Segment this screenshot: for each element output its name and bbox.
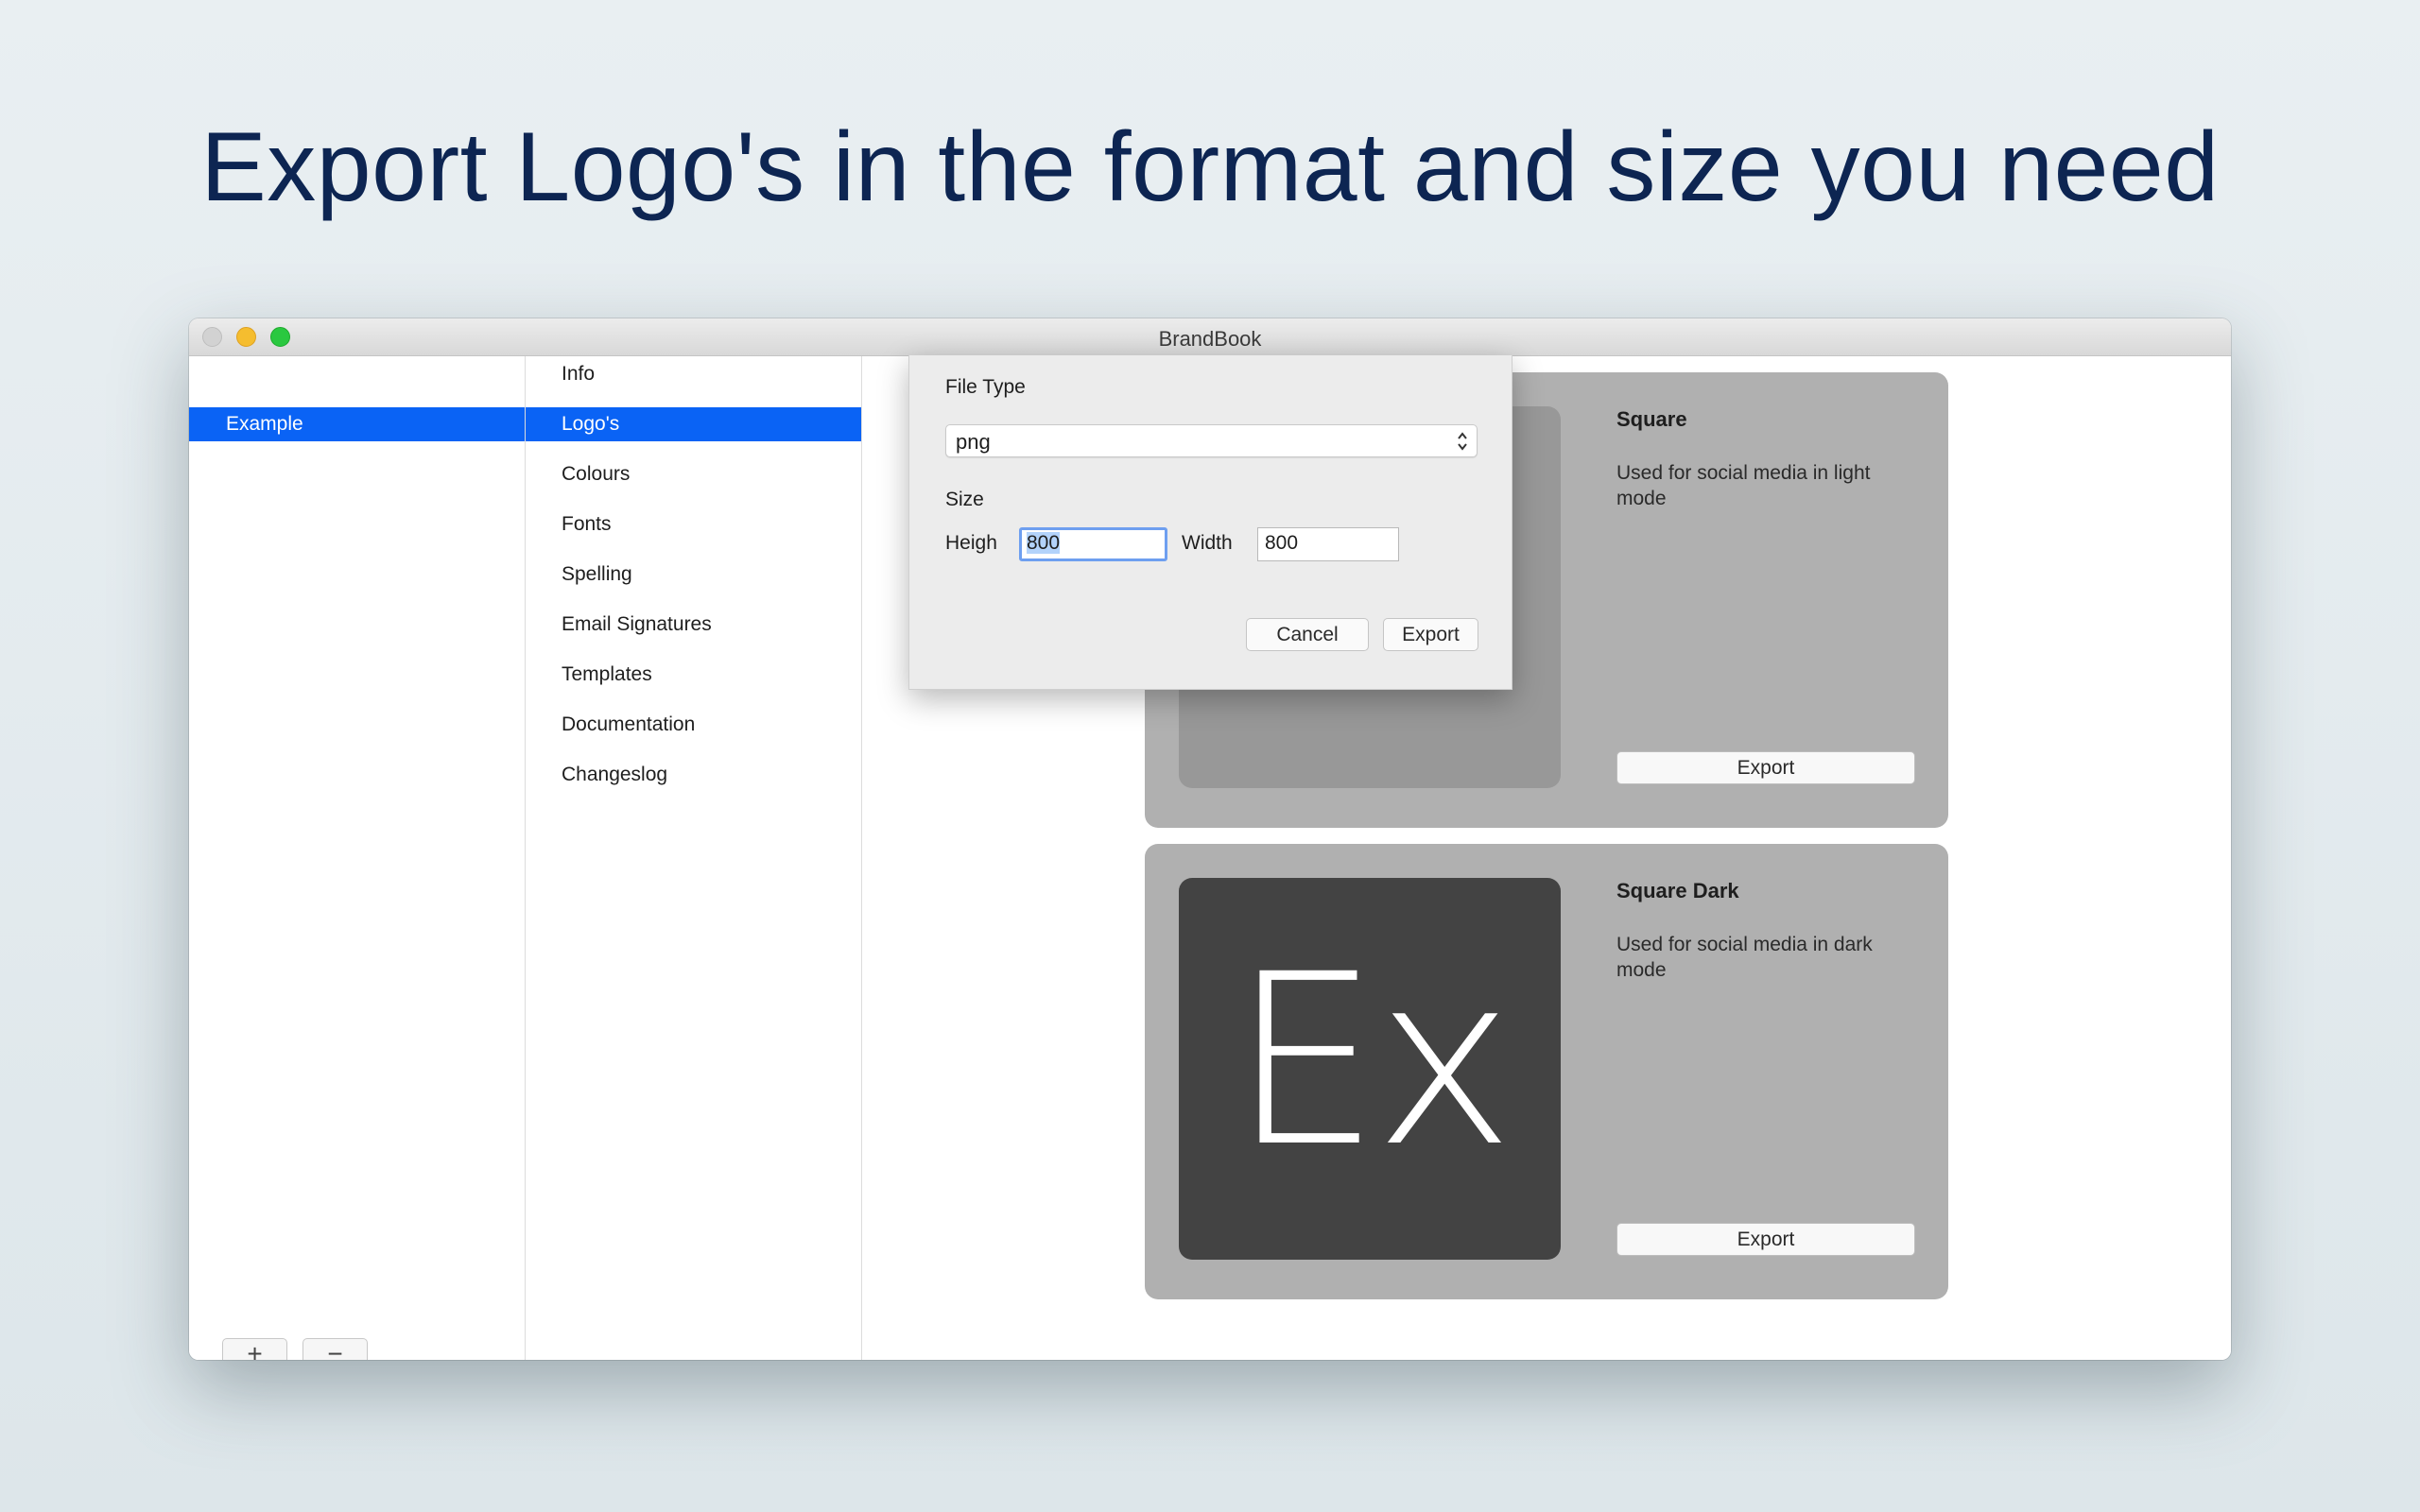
updown-chevron-icon (1458, 432, 1467, 451)
export-square-dark-button[interactable]: Export (1616, 1223, 1915, 1256)
logo-title: Square Dark (1616, 879, 1739, 902)
export-dialog: File Type png Size Heigh 800 Width 800 C… (908, 355, 1512, 690)
file-type-value: png (956, 430, 991, 454)
logo-card-square-dark: Ex Square Dark Used for social media in … (1145, 844, 1948, 1299)
width-label: Width (1182, 532, 1233, 554)
logo-title: Square (1616, 407, 1687, 431)
section-item-email-signatures[interactable]: Email Signatures (526, 608, 861, 642)
export-square-button[interactable]: Export (1616, 751, 1915, 784)
section-item-spelling[interactable]: Spelling (526, 558, 861, 592)
remove-brand-button[interactable]: − (302, 1338, 368, 1360)
app-window: BrandBook Example + − Info Logo's Colour… (189, 318, 2231, 1360)
height-input[interactable]: 800 (1019, 527, 1167, 561)
file-type-label: File Type (945, 376, 1026, 398)
brand-item-example[interactable]: Example (189, 407, 525, 441)
section-item-logos[interactable]: Logo's (526, 407, 861, 441)
width-input[interactable]: 800 (1257, 527, 1399, 561)
title-bar[interactable]: BrandBook (189, 318, 2231, 356)
window-title: BrandBook (1158, 327, 1262, 351)
add-brand-button[interactable]: + (222, 1338, 287, 1360)
section-item-info[interactable]: Info (526, 357, 861, 391)
section-item-fonts[interactable]: Fonts (526, 507, 861, 541)
logo-preview-text: Ex (1231, 923, 1514, 1198)
logo-description: Used for social media in dark mode (1616, 934, 1873, 981)
export-button[interactable]: Export (1383, 618, 1478, 651)
logo-description: Used for social media in light mode (1616, 462, 1871, 509)
cancel-button[interactable]: Cancel (1246, 618, 1369, 651)
section-item-changeslog[interactable]: Changeslog (526, 758, 861, 792)
height-label: Heigh (945, 532, 997, 554)
width-value: 800 (1265, 532, 1299, 554)
sections-sidebar: Info Logo's Colours Fonts Spelling Email… (526, 356, 862, 1360)
file-type-select[interactable]: png (945, 424, 1478, 457)
section-item-documentation[interactable]: Documentation (526, 708, 861, 742)
brands-sidebar: Example + − (189, 356, 526, 1360)
section-item-colours[interactable]: Colours (526, 457, 861, 491)
brand-item-label: Example (226, 413, 303, 435)
logo-preview-square-dark: Ex (1179, 878, 1561, 1260)
size-label: Size (945, 489, 984, 510)
section-item-templates[interactable]: Templates (526, 658, 861, 692)
height-value: 800 (1027, 532, 1061, 554)
headline: Export Logo's in the format and size you… (200, 112, 2220, 222)
